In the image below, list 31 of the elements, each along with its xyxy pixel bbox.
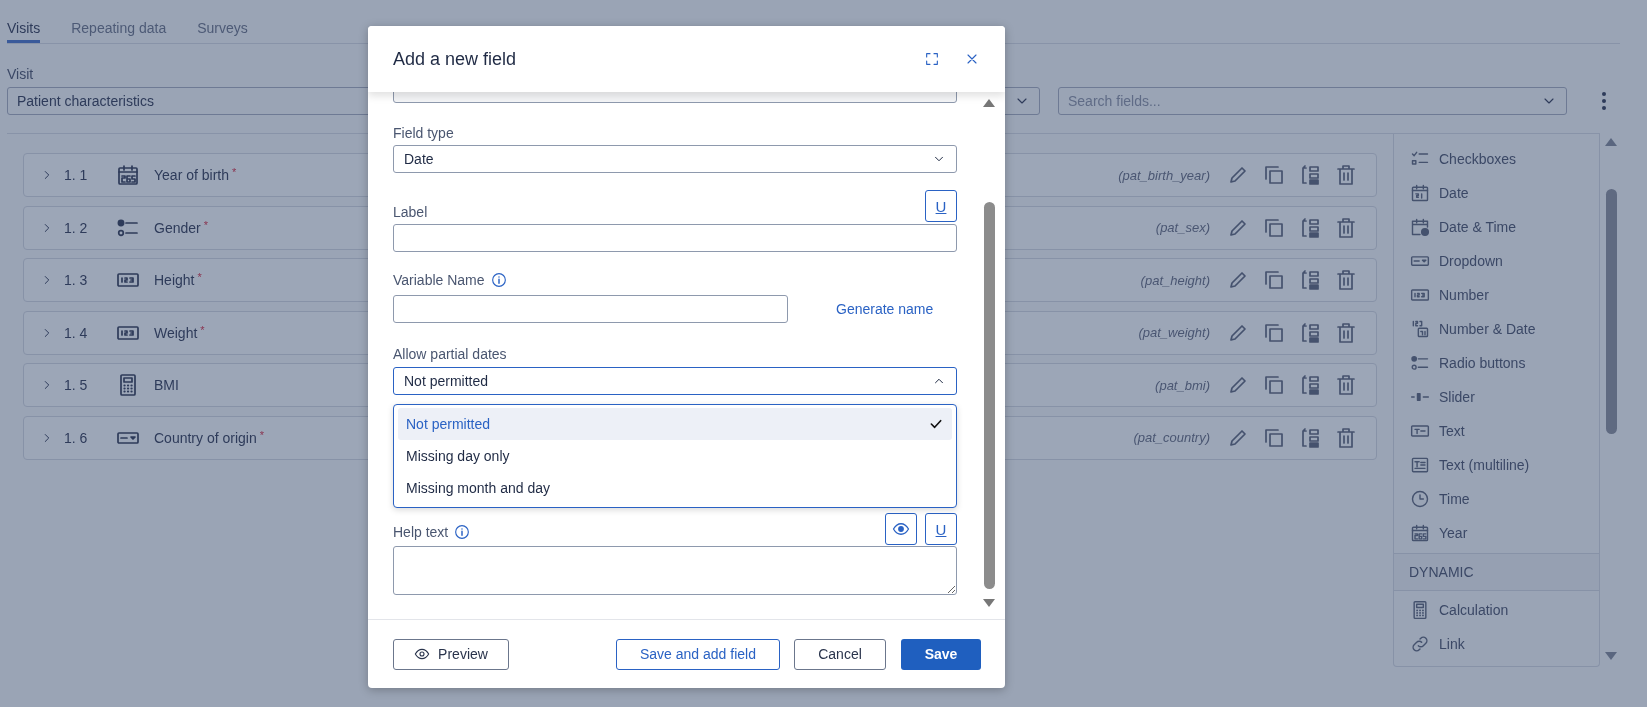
field-name: Country of origin <box>154 429 257 446</box>
required-mark: * <box>200 323 205 336</box>
variable-name: (pat_weight) <box>1138 325 1210 341</box>
field-number: 1. 6 <box>64 429 89 446</box>
field-label: Field type <box>393 124 454 141</box>
dialog-title: Add a new field <box>393 48 518 70</box>
field-name: Year of birth <box>154 167 229 183</box>
section-heading: DYNAMIC <box>1409 564 1474 580</box>
field-number: 1. 2 <box>64 219 89 236</box>
field-name: Weight <box>154 324 198 341</box>
required-mark: * <box>232 166 237 178</box>
field-label: Variable Name <box>393 272 485 288</box>
field-number: 1. 1 <box>64 167 89 183</box>
variable-name: (pat_bmi) <box>1155 377 1210 393</box>
field-label: Visit <box>7 66 34 83</box>
field-name: Height <box>154 272 195 289</box>
field-label: Help text <box>393 524 449 540</box>
field-number: 1. 5 <box>64 377 89 394</box>
field-label: Label <box>393 204 428 220</box>
variable-name: (pat_birth_year) <box>1118 167 1210 183</box>
required-mark: * <box>197 271 202 284</box>
field-name: Gender <box>154 219 201 236</box>
field-number: 1. 3 <box>64 272 89 289</box>
field-label: Allow partial dates <box>393 345 507 362</box>
required-mark: * <box>259 428 264 441</box>
field-number: 1. 4 <box>64 324 89 341</box>
variable-name: (pat_country) <box>1133 430 1210 446</box>
variable-name: (pat_sex) <box>1155 220 1210 236</box>
required-mark: * <box>203 218 208 231</box>
variable-name: (pat_height) <box>1140 272 1210 288</box>
field-name: BMI <box>154 377 179 394</box>
